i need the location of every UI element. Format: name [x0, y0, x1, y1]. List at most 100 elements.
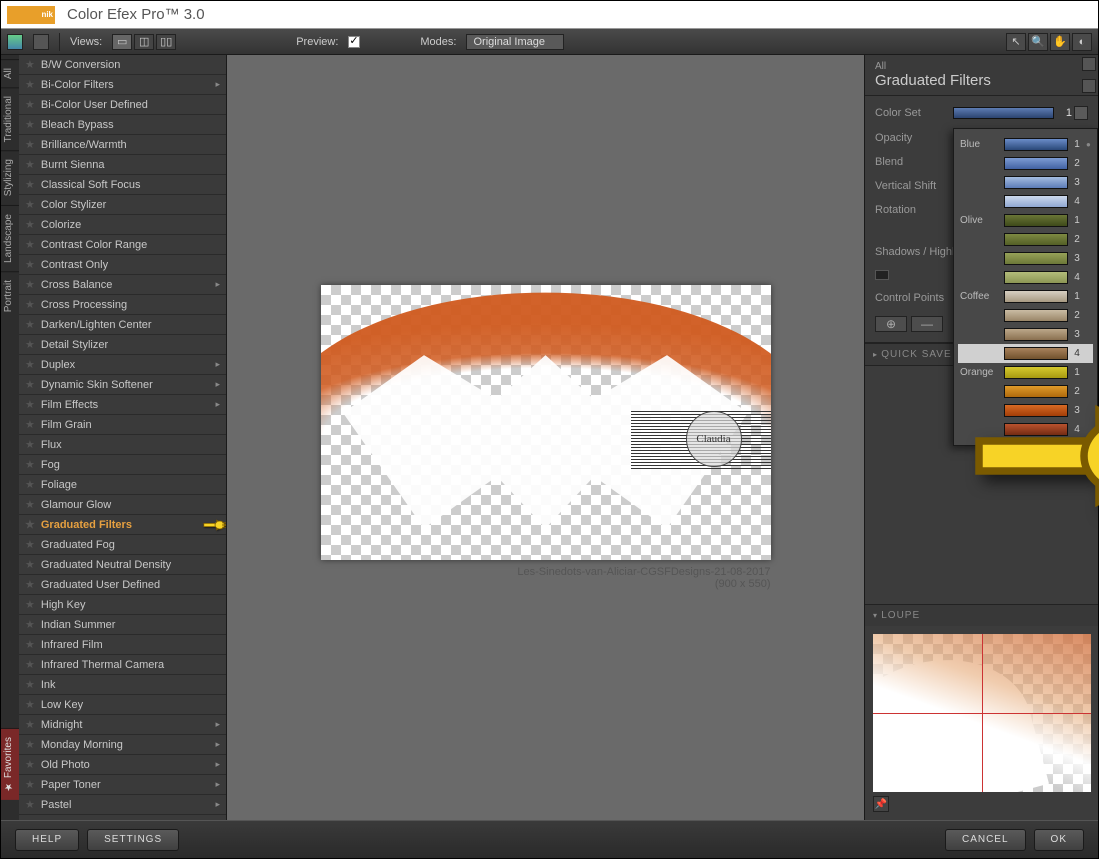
filter-item[interactable]: ★Brilliance/Warmth	[19, 135, 226, 155]
star-icon[interactable]: ★	[25, 358, 35, 371]
favorites-tab[interactable]: Favorites	[1, 728, 19, 800]
filter-item[interactable]: ★Duplex▸	[19, 355, 226, 375]
category-tab-stylizing[interactable]: Stylizing	[1, 150, 19, 204]
star-icon[interactable]: ★	[25, 138, 35, 151]
filter-dropdown-icon[interactable]	[1082, 79, 1096, 93]
view-side-button[interactable]: ▯▯	[156, 34, 176, 50]
star-icon[interactable]: ★	[25, 198, 35, 211]
filter-item[interactable]: ★Cross Processing	[19, 295, 226, 315]
colorset-option[interactable]: Orange1	[958, 363, 1093, 382]
filter-item[interactable]: ★Film Effects▸	[19, 395, 226, 415]
star-icon[interactable]: ★	[25, 258, 35, 271]
bg-tool[interactable]: ◐	[1072, 33, 1092, 51]
zoom-tool[interactable]: 🔍	[1028, 33, 1048, 51]
filter-item[interactable]: ★Color Stylizer	[19, 195, 226, 215]
star-icon[interactable]: ★	[25, 298, 35, 311]
category-tab-traditional[interactable]: Traditional	[1, 87, 19, 150]
star-icon[interactable]: ★	[25, 638, 35, 651]
filter-item[interactable]: ★Graduated Neutral Density	[19, 555, 226, 575]
filter-item[interactable]: ★Infrared Film	[19, 635, 226, 655]
star-icon[interactable]: ★	[25, 758, 35, 771]
star-icon[interactable]: ★	[25, 718, 35, 731]
star-icon[interactable]: ★	[25, 458, 35, 471]
add-cpoint-button[interactable]: ⊕	[875, 316, 907, 332]
view-single-button[interactable]: ▭	[112, 34, 132, 50]
colorset-dropdown-button[interactable]	[1074, 106, 1088, 120]
filter-item[interactable]: ★Fog	[19, 455, 226, 475]
colorset-swatch[interactable]	[953, 107, 1054, 119]
filter-item[interactable]: ★B/W Conversion	[19, 55, 226, 75]
filter-item[interactable]: ★Contrast Color Range	[19, 235, 226, 255]
colorset-option[interactable]: Blue1●	[958, 135, 1093, 154]
filter-item[interactable]: ★Glamour Glow	[19, 495, 226, 515]
star-icon[interactable]: ★	[25, 738, 35, 751]
category-tab-landscape[interactable]: Landscape	[1, 205, 19, 271]
browser-icon[interactable]	[7, 34, 23, 50]
view-split-button[interactable]: ◫	[134, 34, 154, 50]
arrow-tool[interactable]: ↖	[1006, 33, 1026, 51]
filter-item[interactable]: ★Pastel▸	[19, 795, 226, 815]
remove-cpoint-button[interactable]: —	[911, 316, 943, 332]
filter-item[interactable]: ★Bi-Color User Defined	[19, 95, 226, 115]
colorset-option[interactable]: 4	[958, 344, 1093, 363]
preview-image[interactable]: Claudia	[321, 285, 771, 560]
filter-item[interactable]: ★Monday Morning▸	[19, 735, 226, 755]
filter-item[interactable]: ★Old Photo▸	[19, 755, 226, 775]
filter-item[interactable]: ★Infrared Thermal Camera	[19, 655, 226, 675]
star-icon[interactable]: ★	[25, 318, 35, 331]
loupe-pin-button[interactable]: 📌	[873, 796, 889, 812]
star-icon[interactable]: ★	[25, 178, 35, 191]
help-button[interactable]: HELP	[15, 829, 79, 851]
filter-item[interactable]: ★Colorize	[19, 215, 226, 235]
filter-icon[interactable]	[33, 34, 49, 50]
scroll-up-icon[interactable]	[1082, 57, 1096, 71]
colorset-option[interactable]: 4	[958, 192, 1093, 211]
loupe-image[interactable]	[873, 634, 1091, 792]
filter-item[interactable]: ★Burnt Sienna	[19, 155, 226, 175]
star-icon[interactable]: ★	[25, 338, 35, 351]
colorset-option[interactable]: 2	[958, 306, 1093, 325]
filter-item[interactable]: ★Cross Balance▸	[19, 275, 226, 295]
star-icon[interactable]: ★	[25, 478, 35, 491]
filter-item[interactable]: ★Flux	[19, 435, 226, 455]
filter-item[interactable]: ★Darken/Lighten Center	[19, 315, 226, 335]
filter-item[interactable]: ★Graduated Filters▸	[19, 515, 226, 535]
settings-button[interactable]: SETTINGS	[87, 829, 179, 851]
filter-item[interactable]: ★Bi-Color Filters▸	[19, 75, 226, 95]
filter-item[interactable]: ★High Key	[19, 595, 226, 615]
star-icon[interactable]: ★	[25, 798, 35, 811]
star-icon[interactable]: ★	[25, 618, 35, 631]
filter-item[interactable]: ★Foliage	[19, 475, 226, 495]
star-icon[interactable]: ★	[25, 518, 35, 531]
filter-item[interactable]: ★Detail Stylizer	[19, 335, 226, 355]
star-icon[interactable]: ★	[25, 58, 35, 71]
star-icon[interactable]: ★	[25, 118, 35, 131]
star-icon[interactable]: ★	[25, 378, 35, 391]
star-icon[interactable]: ★	[25, 398, 35, 411]
filter-item[interactable]: ★Dynamic Skin Softener▸	[19, 375, 226, 395]
star-icon[interactable]: ★	[25, 238, 35, 251]
loupe-header[interactable]: LOUPE	[865, 604, 1098, 626]
preview-checkbox[interactable]	[348, 36, 360, 48]
star-icon[interactable]: ★	[25, 418, 35, 431]
star-icon[interactable]: ★	[25, 498, 35, 511]
shadows-toggle[interactable]	[875, 270, 889, 280]
colorset-option[interactable]: Coffee1	[958, 287, 1093, 306]
colorset-option[interactable]: 3	[958, 325, 1093, 344]
star-icon[interactable]: ★	[25, 678, 35, 691]
colorset-option[interactable]: 2	[958, 230, 1093, 249]
modes-select[interactable]: Original Image	[466, 34, 564, 50]
filter-item[interactable]: ★Indian Summer	[19, 615, 226, 635]
filter-item[interactable]: ★Bleach Bypass	[19, 115, 226, 135]
filter-item[interactable]: ★Midnight▸	[19, 715, 226, 735]
star-icon[interactable]: ★	[25, 158, 35, 171]
star-icon[interactable]: ★	[25, 218, 35, 231]
star-icon[interactable]: ★	[25, 658, 35, 671]
filter-item[interactable]: ★Classical Soft Focus	[19, 175, 226, 195]
hand-tool[interactable]: ✋	[1050, 33, 1070, 51]
filter-item[interactable]: ★Graduated Fog	[19, 535, 226, 555]
colorset-option[interactable]: 3	[958, 173, 1093, 192]
category-tab-all[interactable]: All	[1, 59, 19, 87]
star-icon[interactable]: ★	[25, 778, 35, 791]
colorset-option[interactable]: 3	[958, 249, 1093, 268]
